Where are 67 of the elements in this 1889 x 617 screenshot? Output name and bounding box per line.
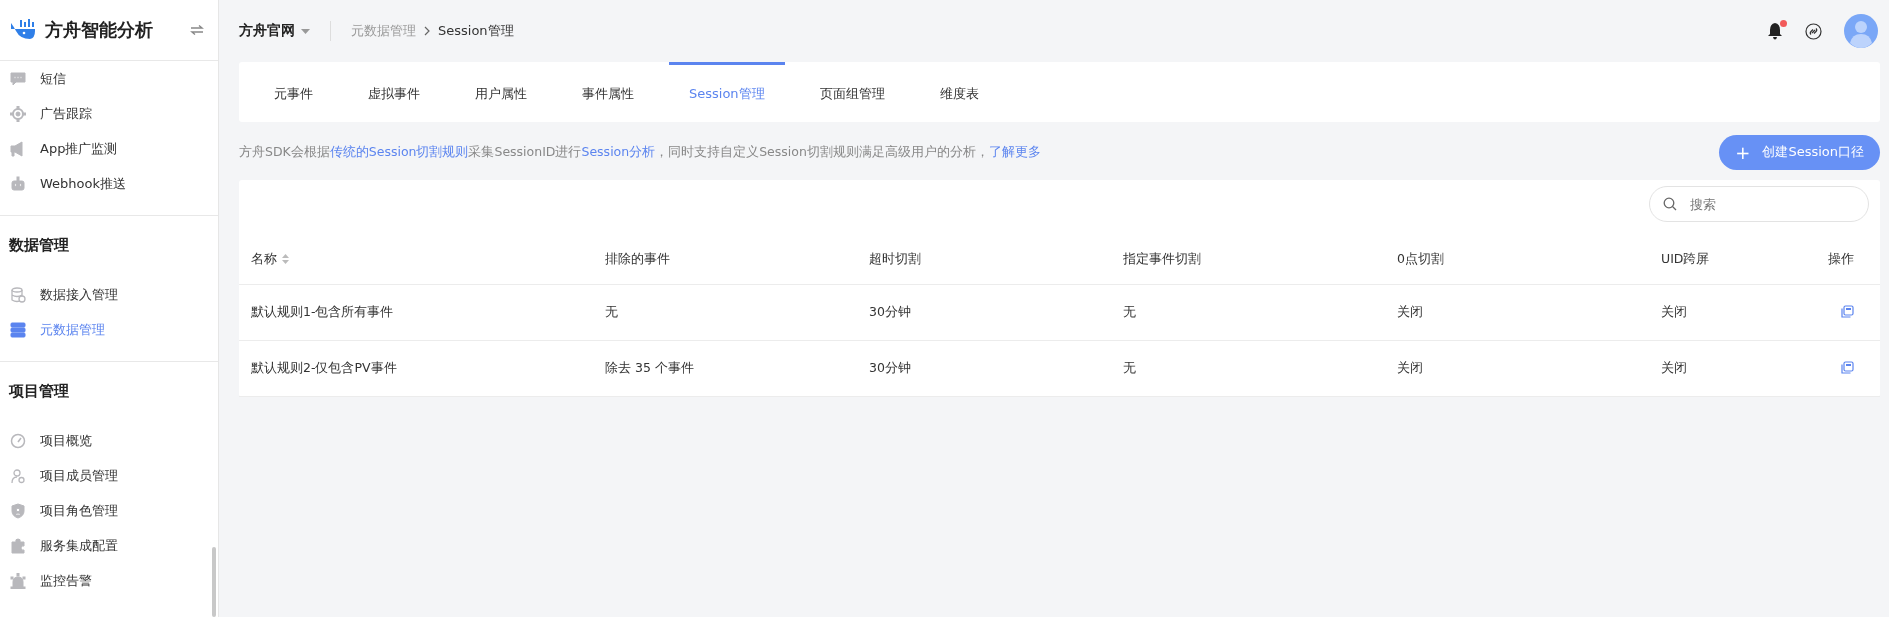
table-cell: 关闭 (1661, 304, 1687, 319)
table-cell: 无 (605, 304, 618, 319)
alarm-icon (10, 572, 26, 589)
table-cell: 无 (1123, 304, 1136, 319)
bell-icon[interactable] (1767, 22, 1783, 40)
nav-item[interactable]: 元数据管理 (0, 312, 218, 347)
column-header: 超时切割 (869, 250, 921, 268)
section-heading: 数据管理 (8, 235, 70, 256)
scrollbar[interactable] (212, 547, 216, 617)
whale-logo-icon (10, 19, 36, 41)
table-cell: 关闭 (1397, 304, 1423, 319)
copy-icon[interactable] (1841, 304, 1854, 318)
nav-item[interactable]: 项目角色管理 (0, 493, 218, 528)
tab[interactable]: 元事件 (254, 62, 333, 122)
robot-icon (10, 175, 26, 192)
table-cell: 默认规则2-仅包含PV事件 (251, 360, 397, 375)
tab[interactable]: 页面组管理 (799, 62, 905, 122)
database-icon (10, 286, 26, 303)
megaphone-icon (10, 140, 26, 157)
nav-item[interactable]: 项目成员管理 (0, 458, 218, 493)
puzzle-icon (10, 537, 26, 554)
avatar-icon[interactable] (1844, 14, 1878, 48)
column-header: 排除的事件 (605, 250, 670, 268)
table-cell: 关闭 (1397, 360, 1423, 375)
copy-icon[interactable] (1841, 360, 1854, 374)
chevron-right-icon (424, 26, 430, 36)
nav-item[interactable]: 数据接入管理 (0, 277, 218, 312)
server-icon (10, 321, 26, 338)
tab[interactable]: 事件属性 (562, 62, 654, 122)
column-header: 操作 (1828, 250, 1854, 268)
collapse-toggle-icon[interactable] (190, 25, 204, 35)
nav-item[interactable]: Webhook推送 (0, 166, 218, 201)
description-text: 方舟SDK会根据传统的Session切割规则采集SessionID进行Session分析，同时支持自定义Session切割规则满足高级用户的分析，了解更多 (239, 143, 1042, 161)
breadcrumb-current: Session管理 (438, 22, 514, 40)
nav-item[interactable]: 监控告警 (0, 563, 218, 598)
table-cell: 除去 35 个事件 (605, 360, 694, 375)
nav-item[interactable]: 服务集成配置 (0, 528, 218, 563)
target-icon (10, 105, 26, 122)
section-heading: 项目管理 (8, 381, 70, 402)
tab[interactable]: Session管理 (669, 62, 785, 122)
nav-item[interactable]: App推广监测 (0, 131, 218, 166)
nav-item[interactable]: 项目概览 (0, 423, 218, 458)
table-cell: 默认规则1-包含所有事件 (251, 304, 394, 319)
nav-item[interactable]: 广告跟踪 (0, 96, 218, 131)
table-cell: 关闭 (1661, 360, 1687, 375)
tab[interactable]: 用户属性 (455, 62, 547, 122)
gauge-icon (10, 432, 26, 449)
tab[interactable]: 维度表 (919, 62, 999, 122)
caret-icon (301, 28, 310, 34)
link-icon[interactable] (1805, 22, 1822, 40)
column-header: 指定事件切割 (1123, 250, 1201, 268)
search-field[interactable]: 搜索 (1649, 186, 1869, 222)
nav-item[interactable]: 短信 (0, 61, 218, 96)
shield-icon (10, 502, 26, 519)
search-icon (1663, 197, 1677, 211)
column-header: UID跨屏 (1661, 250, 1710, 268)
user-icon (10, 467, 26, 484)
brand-name: 方舟智能分析 (45, 18, 154, 42)
table-cell: 无 (1123, 360, 1136, 375)
column-header: 名称 (251, 250, 277, 268)
sort-icon[interactable] (282, 254, 289, 264)
table-cell: 30分钟 (869, 304, 911, 319)
table-cell: 30分钟 (869, 360, 911, 375)
tab[interactable]: 虚拟事件 (348, 62, 440, 122)
column-header: 0点切割 (1397, 250, 1444, 268)
message-icon (10, 70, 26, 87)
project-dropdown[interactable]: 方舟官网 (239, 22, 310, 40)
